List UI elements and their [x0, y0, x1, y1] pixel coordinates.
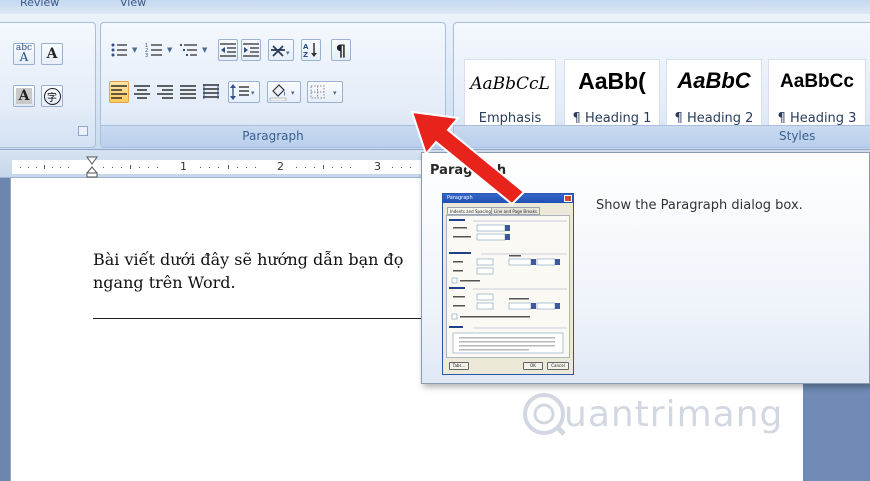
line-spacing-icon: ▾ [230, 84, 255, 100]
style-name: ¶ Heading 2 [674, 111, 754, 126]
decrease-indent-button[interactable] [218, 39, 238, 61]
ruler-number: 1 [180, 160, 187, 173]
thumbnail-close-icon [564, 195, 572, 202]
paragraph-group-label: Paragraph [101, 125, 445, 147]
align-left-icon [111, 85, 127, 99]
style-heading-1[interactable]: AaBb( ¶ Heading 1 [564, 59, 660, 133]
borders-button[interactable]: ▾ [307, 81, 343, 103]
asian-layout-button[interactable]: ▾ [268, 39, 294, 61]
thumbnail-ok-button: OK [523, 362, 543, 370]
pilcrow-icon: ¶ [335, 40, 347, 60]
justify-icon [180, 85, 196, 99]
thumbnail-form-sketch [449, 219, 567, 354]
a-glyph: A [19, 50, 29, 64]
increase-indent-icon [243, 43, 259, 57]
asian-layout-icon: ▾ [271, 45, 290, 57]
svg-text:Z: Z [303, 51, 308, 58]
show-formatting-button[interactable]: ¶ [331, 39, 351, 61]
ruler-number: 3 [374, 160, 381, 173]
a-border-glyph: A [15, 88, 33, 104]
numbering-button[interactable]: 123 [144, 39, 164, 61]
watermark-logo-icon [523, 393, 566, 436]
thumbnail-cancel-button: Cancel [547, 362, 569, 370]
multilevel-list-icon [180, 44, 197, 56]
font-dialog-launcher-icon[interactable] [78, 126, 88, 136]
svg-text:3: 3 [145, 53, 148, 58]
svg-text:▾: ▾ [333, 89, 337, 97]
sort-icon: AZ [303, 43, 317, 58]
character-shading-button[interactable]: A [41, 43, 63, 65]
style-sample: AaBb( [578, 68, 646, 94]
borders-icon: ▾ [310, 85, 337, 99]
svg-text:A: A [303, 43, 309, 51]
align-center-icon [134, 85, 150, 99]
distributed-icon [203, 84, 219, 99]
styles-label: Styles [779, 129, 816, 143]
align-right-icon [157, 85, 173, 99]
style-sample: AaBbC [677, 68, 751, 93]
thumbnail-panel [446, 215, 570, 358]
thumbnail-tabs-button: Tabs... [449, 362, 469, 370]
style-heading-2[interactable]: AaBbC ¶ Heading 2 [666, 59, 762, 133]
svg-text:▾: ▾ [291, 89, 295, 97]
justify-button[interactable] [178, 81, 198, 103]
multilevel-list-button[interactable] [179, 39, 199, 61]
style-name: ¶ Heading 1 [572, 111, 652, 126]
line-spacing-button[interactable]: ▾ [228, 81, 260, 103]
bullets-dropdown-icon[interactable]: ▼ [132, 46, 137, 54]
bullets-button[interactable] [109, 39, 129, 61]
svg-text:▾: ▾ [286, 49, 290, 57]
sort-button[interactable]: AZ [301, 39, 321, 61]
enclose-characters-icon: 字 [43, 87, 61, 105]
decrease-indent-icon [220, 43, 236, 57]
tooltip-description: Show the Paragraph dialog box. [596, 198, 803, 213]
enclose-characters-button[interactable]: 字 [41, 85, 63, 107]
increase-indent-button[interactable] [241, 39, 261, 61]
indent-marker-icon[interactable] [85, 156, 99, 178]
character-border-button[interactable]: A [13, 85, 35, 107]
align-left-button[interactable] [109, 81, 129, 103]
tab-review[interactable]: Review [20, 0, 59, 9]
distributed-button[interactable] [201, 81, 221, 103]
document-text[interactable]: Bài viết dưới đây sẽ hướng dẫn bạn đọ ng… [93, 248, 433, 294]
watermark-text: uantrimang [564, 394, 784, 435]
style-sample: AaBbCcL [470, 74, 550, 94]
ruler-number: 2 [277, 160, 284, 173]
style-name: ¶ Heading 3 [777, 111, 857, 126]
style-sample: AaBbCc [780, 71, 854, 92]
paragraph-label: Paragraph [242, 129, 304, 143]
align-right-button[interactable] [155, 81, 175, 103]
center-button[interactable] [132, 81, 152, 103]
svg-text:▾: ▾ [251, 89, 255, 97]
bullets-icon [111, 43, 127, 57]
multilevel-dropdown-icon[interactable]: ▼ [202, 46, 207, 54]
style-heading-3[interactable]: AaBbCc ¶ Heading 3 [768, 59, 866, 133]
ribbon-tabs: Review View [0, 0, 870, 14]
watermark: uantrimang [520, 380, 820, 450]
paragraph-dialog-thumbnail: Paragraph Indents and Spacing Line and P… [442, 193, 574, 375]
paragraph-group: ▼ 123 ▼ ▼ ▾ AZ ¶ ▾ ▾ ▾ Paragraph [100, 22, 446, 148]
text-effects-button[interactable]: abc A [13, 43, 35, 65]
document-line-2: ngang trên Word. [93, 273, 236, 292]
numbering-icon: 123 [145, 43, 162, 58]
shading-button[interactable]: ▾ [267, 81, 301, 103]
a-box-glyph: A [46, 46, 58, 62]
shading-icon: ▾ [269, 84, 295, 101]
horizontal-line [93, 318, 423, 319]
tab-view[interactable]: View [120, 0, 146, 9]
document-line-1: Bài viết dưới đây sẽ hướng dẫn bạn đọ [93, 250, 404, 269]
numbering-dropdown-icon[interactable]: ▼ [167, 46, 172, 54]
red-arrow-icon [410, 110, 526, 206]
